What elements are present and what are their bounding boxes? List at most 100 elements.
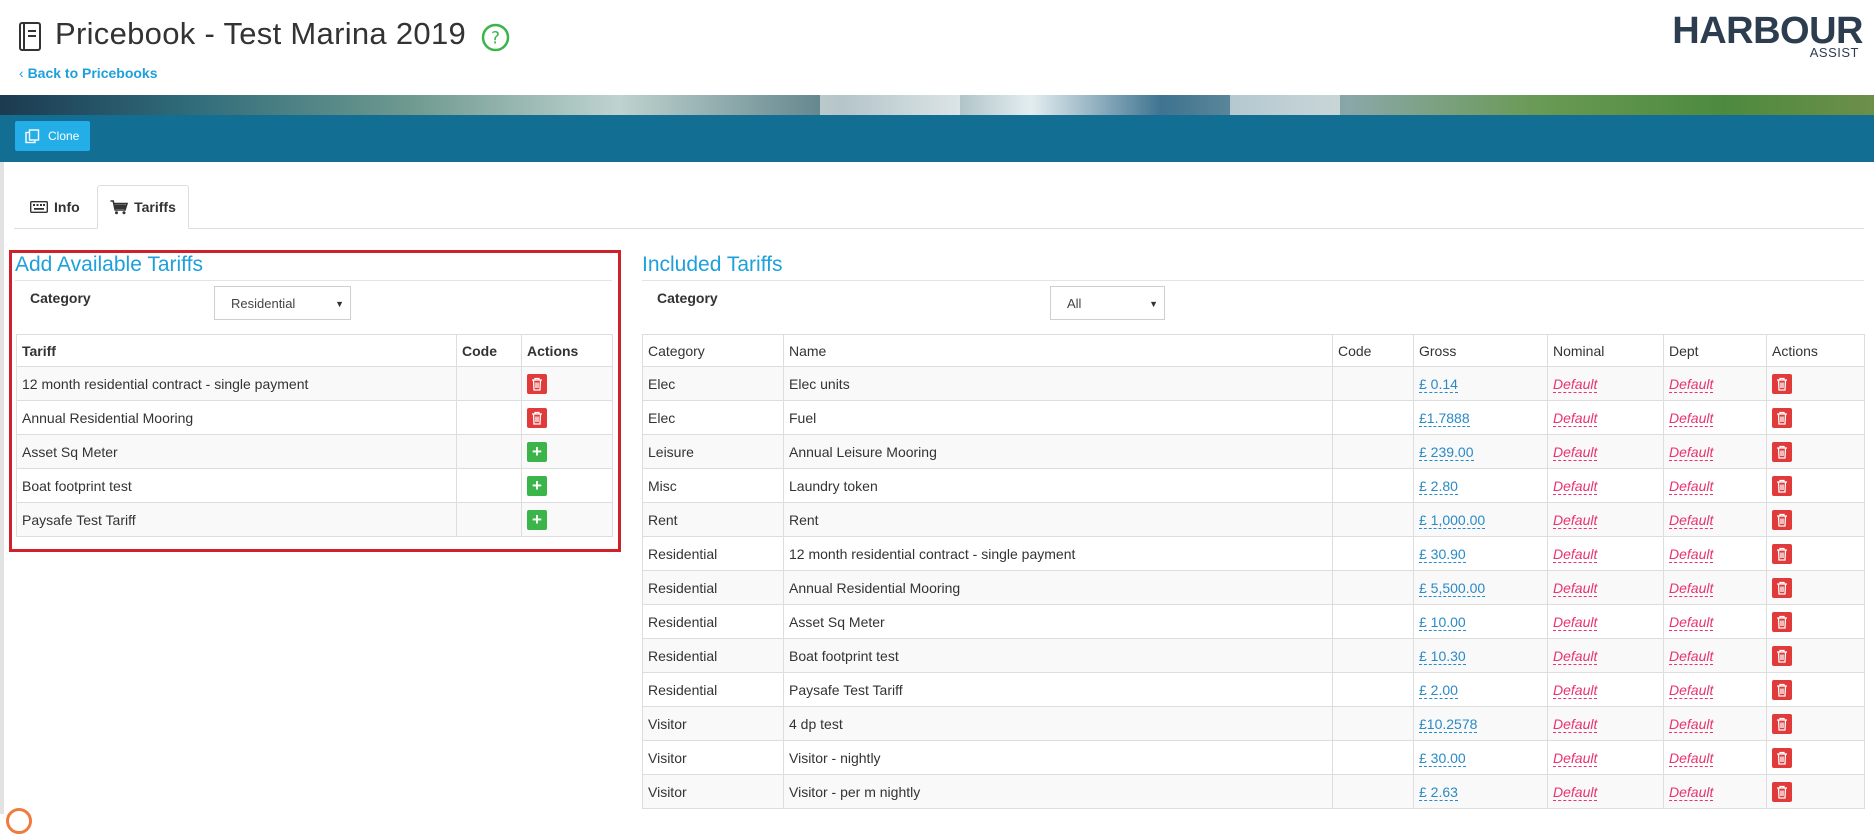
delete-button[interactable] <box>1772 781 1792 802</box>
tab-info[interactable]: Info <box>30 185 80 229</box>
gross-price-link[interactable]: £ 239.00 <box>1419 443 1474 461</box>
trash-icon <box>1777 377 1787 391</box>
tab-tariffs-label: Tariffs <box>134 199 176 215</box>
gross-price-link[interactable]: £ 10.30 <box>1419 647 1466 665</box>
delete-button[interactable] <box>1772 407 1792 428</box>
gross-price-link[interactable]: £ 2.80 <box>1419 477 1458 495</box>
delete-button[interactable] <box>527 407 547 428</box>
included-category-select[interactable]: All ▼ <box>1050 286 1165 320</box>
dept-default-link[interactable]: Default <box>1669 613 1714 631</box>
gross-price-link[interactable]: £ 2.00 <box>1419 681 1458 699</box>
svg-text:?: ? <box>491 29 500 49</box>
tariff-category: Residential <box>642 536 784 571</box>
nominal-default-link[interactable]: Default <box>1553 613 1598 631</box>
dept-default-link[interactable]: Default <box>1669 443 1714 461</box>
table-row: Residential 12 month residential contract… <box>642 536 1865 571</box>
delete-button[interactable] <box>1772 475 1792 496</box>
table-row: Visitor Visitor - nightly £ 30.00 Default De… <box>642 740 1865 775</box>
tariff-name: 12 month residential contract - single p… <box>16 366 457 401</box>
tariff-code <box>456 502 522 537</box>
delete-button[interactable] <box>1772 577 1792 598</box>
table-row: Boat footprint test + <box>16 468 613 503</box>
nominal-default-link[interactable]: Default <box>1553 749 1598 767</box>
delete-button[interactable] <box>1772 713 1792 734</box>
column-header-name: Name <box>783 334 1333 367</box>
trash-icon <box>1777 683 1787 697</box>
trash-icon <box>1777 513 1787 527</box>
page-title: Pricebook - Test Marina 2019 <box>55 16 467 51</box>
dept-cell: Default <box>1663 740 1767 775</box>
gross-price-link[interactable]: £1.7888 <box>1419 409 1470 427</box>
gross-price-link[interactable]: £10.2578 <box>1419 715 1478 733</box>
nominal-default-link[interactable]: Default <box>1553 647 1598 665</box>
nominal-default-link[interactable]: Default <box>1553 715 1598 733</box>
delete-button[interactable] <box>1772 747 1792 768</box>
dept-default-link[interactable]: Default <box>1669 477 1714 495</box>
clone-button[interactable]: Clone <box>15 121 90 151</box>
chat-widget-bubble[interactable] <box>6 808 32 834</box>
actions-cell <box>1766 536 1865 571</box>
actions-cell <box>1766 740 1865 775</box>
gross-price-link[interactable]: £ 30.00 <box>1419 749 1466 767</box>
clone-label: Clone <box>48 129 80 143</box>
tariff-name: Annual Residential Mooring <box>783 570 1333 605</box>
dept-default-link[interactable]: Default <box>1669 409 1714 427</box>
add-button[interactable]: + <box>527 509 547 530</box>
nominal-default-link[interactable]: Default <box>1553 681 1598 699</box>
gross-price-link[interactable]: £ 1,000.00 <box>1419 511 1486 529</box>
dept-default-link[interactable]: Default <box>1669 647 1714 665</box>
dept-default-link[interactable]: Default <box>1669 545 1714 563</box>
dept-cell: Default <box>1663 400 1767 435</box>
gross-price-link[interactable]: £ 2.63 <box>1419 783 1458 801</box>
add-button[interactable]: + <box>527 441 547 462</box>
gross-price-link[interactable]: £ 0.14 <box>1419 375 1458 393</box>
trash-icon <box>1777 411 1787 425</box>
dept-default-link[interactable]: Default <box>1669 783 1714 801</box>
dept-default-link[interactable]: Default <box>1669 749 1714 767</box>
nominal-default-link[interactable]: Default <box>1553 545 1598 563</box>
nominal-default-link[interactable]: Default <box>1553 409 1598 427</box>
page-header: Pricebook - Test Marina 2019 ? ‹ Back to… <box>0 0 1874 95</box>
gross-price-link[interactable]: £ 10.00 <box>1419 613 1466 631</box>
marina-banner-image <box>0 95 1874 115</box>
nominal-cell: Default <box>1547 638 1664 673</box>
table-row: Asset Sq Meter + <box>16 434 613 469</box>
actions-cell <box>1766 570 1865 605</box>
nominal-default-link[interactable]: Default <box>1553 783 1598 801</box>
tariff-code <box>456 434 522 469</box>
nominal-default-link[interactable]: Default <box>1553 579 1598 597</box>
delete-button[interactable] <box>1772 373 1792 394</box>
gross-price-link[interactable]: £ 30.90 <box>1419 545 1466 563</box>
tariff-name: Boat footprint test <box>783 638 1333 673</box>
delete-button[interactable] <box>1772 679 1792 700</box>
dept-default-link[interactable]: Default <box>1669 681 1714 699</box>
add-button[interactable]: + <box>527 475 547 496</box>
nominal-default-link[interactable]: Default <box>1553 443 1598 461</box>
delete-button[interactable] <box>527 373 547 394</box>
tariff-code <box>1332 536 1414 571</box>
delete-button[interactable] <box>1772 645 1792 666</box>
dept-default-link[interactable]: Default <box>1669 375 1714 393</box>
dept-cell: Default <box>1663 366 1767 401</box>
included-tariffs-title: Included Tariffs <box>642 253 783 276</box>
column-header-actions: Actions <box>521 334 613 367</box>
dept-default-link[interactable]: Default <box>1669 511 1714 529</box>
delete-button[interactable] <box>1772 543 1792 564</box>
dept-default-link[interactable]: Default <box>1669 579 1714 597</box>
help-icon[interactable]: ? <box>481 23 510 52</box>
tariff-code <box>1332 366 1414 401</box>
delete-button[interactable] <box>1772 441 1792 462</box>
dept-default-link[interactable]: Default <box>1669 715 1714 733</box>
delete-button[interactable] <box>1772 611 1792 632</box>
available-category-select[interactable]: Residential ▼ <box>214 286 351 320</box>
nominal-default-link[interactable]: Default <box>1553 511 1598 529</box>
gross-price-link[interactable]: £ 5,500.00 <box>1419 579 1486 597</box>
back-to-pricebooks-link[interactable]: ‹ Back to Pricebooks <box>19 65 158 81</box>
nominal-default-link[interactable]: Default <box>1553 375 1598 393</box>
nominal-default-link[interactable]: Default <box>1553 477 1598 495</box>
delete-button[interactable] <box>1772 509 1792 530</box>
tariff-name: Boat footprint test <box>16 468 457 503</box>
tab-tariffs[interactable]: Tariffs <box>97 185 189 229</box>
dept-cell: Default <box>1663 774 1767 809</box>
gross-cell: £ 10.30 <box>1413 638 1548 673</box>
